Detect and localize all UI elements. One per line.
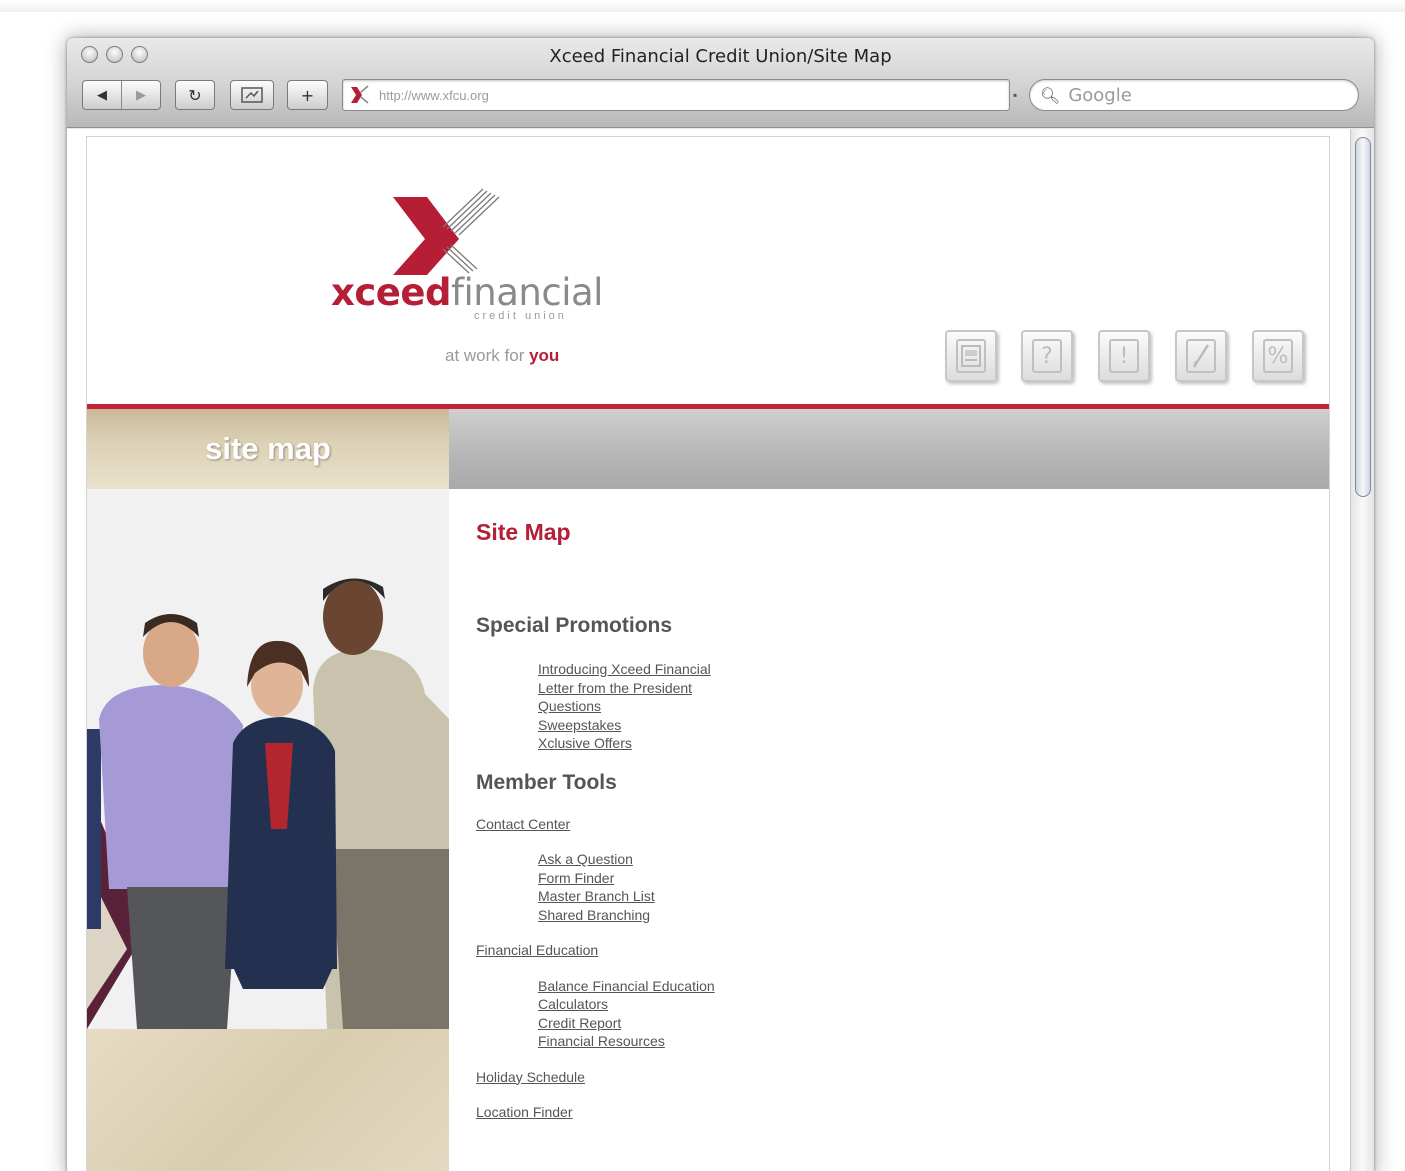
team-photo-illustration — [87, 489, 449, 1029]
page-title: Site Map — [476, 519, 571, 545]
reload-button[interactable]: ↻ — [175, 80, 215, 110]
contact-center-list: Ask a Question Form Finder Master Branch… — [538, 850, 1296, 924]
xceed-logo-mark — [393, 188, 500, 275]
link-balance-financial-education[interactable]: Balance Financial Education — [538, 977, 1296, 996]
browser-titlebar: Xceed Financial Credit Union/Site Map ◀ … — [67, 38, 1374, 128]
alert-icon-button[interactable]: ! — [1098, 330, 1150, 382]
team-photo — [87, 489, 449, 1029]
brand-name-light: financial — [450, 271, 603, 314]
link-location-finder[interactable]: Location Finder — [476, 1103, 1296, 1122]
member-tools-heading: Member Tools — [476, 770, 617, 794]
alert-icon: ! — [1109, 339, 1139, 373]
pen-icon — [1186, 339, 1216, 373]
link-calculators[interactable]: Calculators — [538, 995, 1296, 1014]
link-contact-center[interactable]: Contact Center — [476, 815, 1296, 834]
link-financial-resources[interactable]: Financial Resources — [538, 1032, 1296, 1051]
help-icon-button[interactable]: ? — [1021, 330, 1073, 382]
site-page: xceedfinancial credit union at work for … — [86, 136, 1330, 1171]
link-financial-education[interactable]: Financial Education — [476, 941, 1296, 960]
document-icon-button[interactable] — [945, 330, 997, 382]
link-letter-president[interactable]: Letter from the President — [538, 679, 1296, 698]
window-title: Xceed Financial Credit Union/Site Map — [549, 46, 892, 67]
vertical-scrollbar[interactable] — [1350, 129, 1374, 1171]
desktop-strip — [0, 0, 1405, 12]
link-shared-branching[interactable]: Shared Branching — [538, 906, 1296, 925]
sidebar-decoration — [87, 1029, 449, 1171]
address-dropdown-icon[interactable]: ▪ — [1013, 88, 1017, 102]
brand-tagline: at work for you — [445, 346, 559, 366]
percent-icon: % — [1263, 339, 1293, 373]
financial-education-list: Balance Financial Education Calculators … — [538, 977, 1296, 1051]
snapshot-icon — [241, 87, 263, 103]
back-button[interactable]: ◀ — [83, 81, 121, 109]
brand-name-bold: xceed — [331, 271, 451, 314]
special-promotions-heading: Special Promotions — [476, 614, 673, 637]
pen-icon-button[interactable] — [1175, 330, 1227, 382]
snapback-button[interactable] — [230, 80, 274, 110]
tagline-prefix: at work for — [445, 346, 530, 365]
plus-icon: + — [300, 85, 315, 105]
forward-button[interactable]: ▶ — [121, 81, 160, 109]
scrollbar-thumb[interactable] — [1355, 137, 1371, 497]
search-placeholder[interactable]: Google — [1068, 85, 1131, 106]
document-icon — [956, 339, 986, 373]
banner-title: site map — [205, 431, 331, 466]
search-icon[interactable]: 🔍︎ — [1040, 86, 1060, 105]
web-content: xceedfinancial credit union at work for … — [67, 129, 1374, 1171]
banner-gray-bar — [449, 409, 1329, 489]
link-credit-report[interactable]: Credit Report — [538, 1014, 1296, 1033]
site-favicon — [351, 85, 369, 104]
search-field[interactable]: 🔍︎ Google — [1029, 79, 1359, 111]
address-bar[interactable]: http://www.xfcu.org — [342, 79, 1010, 111]
section-banner: site map — [87, 409, 449, 489]
link-introducing-xceed[interactable]: Introducing Xceed Financial — [538, 660, 1296, 679]
link-holiday-schedule[interactable]: Holiday Schedule — [476, 1068, 1296, 1087]
back-forward-buttons: ◀ ▶ — [82, 80, 161, 110]
link-sweepstakes[interactable]: Sweepstakes — [538, 716, 1296, 735]
reload-icon: ↻ — [188, 85, 202, 105]
url-text[interactable]: http://www.xfcu.org — [379, 88, 489, 103]
brand-subtitle: credit union — [474, 310, 567, 322]
browser-window: Xceed Financial Credit Union/Site Map ◀ … — [67, 38, 1374, 1171]
tagline-emphasis: you — [529, 346, 560, 365]
rates-icon-button[interactable]: % — [1252, 330, 1304, 382]
site-header: xceedfinancial credit union at work for … — [87, 137, 1329, 405]
site-map-content: Site Map Special Promotions Introducing … — [476, 519, 1296, 1122]
link-form-finder[interactable]: Form Finder — [538, 869, 1296, 888]
special-promotions-list: Introducing Xceed Financial Letter from … — [538, 660, 1296, 753]
question-icon: ? — [1032, 339, 1062, 373]
link-master-branch-list[interactable]: Master Branch List — [538, 887, 1296, 906]
link-questions[interactable]: Questions — [538, 697, 1296, 716]
link-xclusive-offers[interactable]: Xclusive Offers — [538, 734, 1296, 753]
add-bookmark-button[interactable]: + — [287, 80, 328, 110]
link-ask-question[interactable]: Ask a Question — [538, 850, 1296, 869]
brand-wordmark[interactable]: xceedfinancial — [331, 271, 603, 314]
